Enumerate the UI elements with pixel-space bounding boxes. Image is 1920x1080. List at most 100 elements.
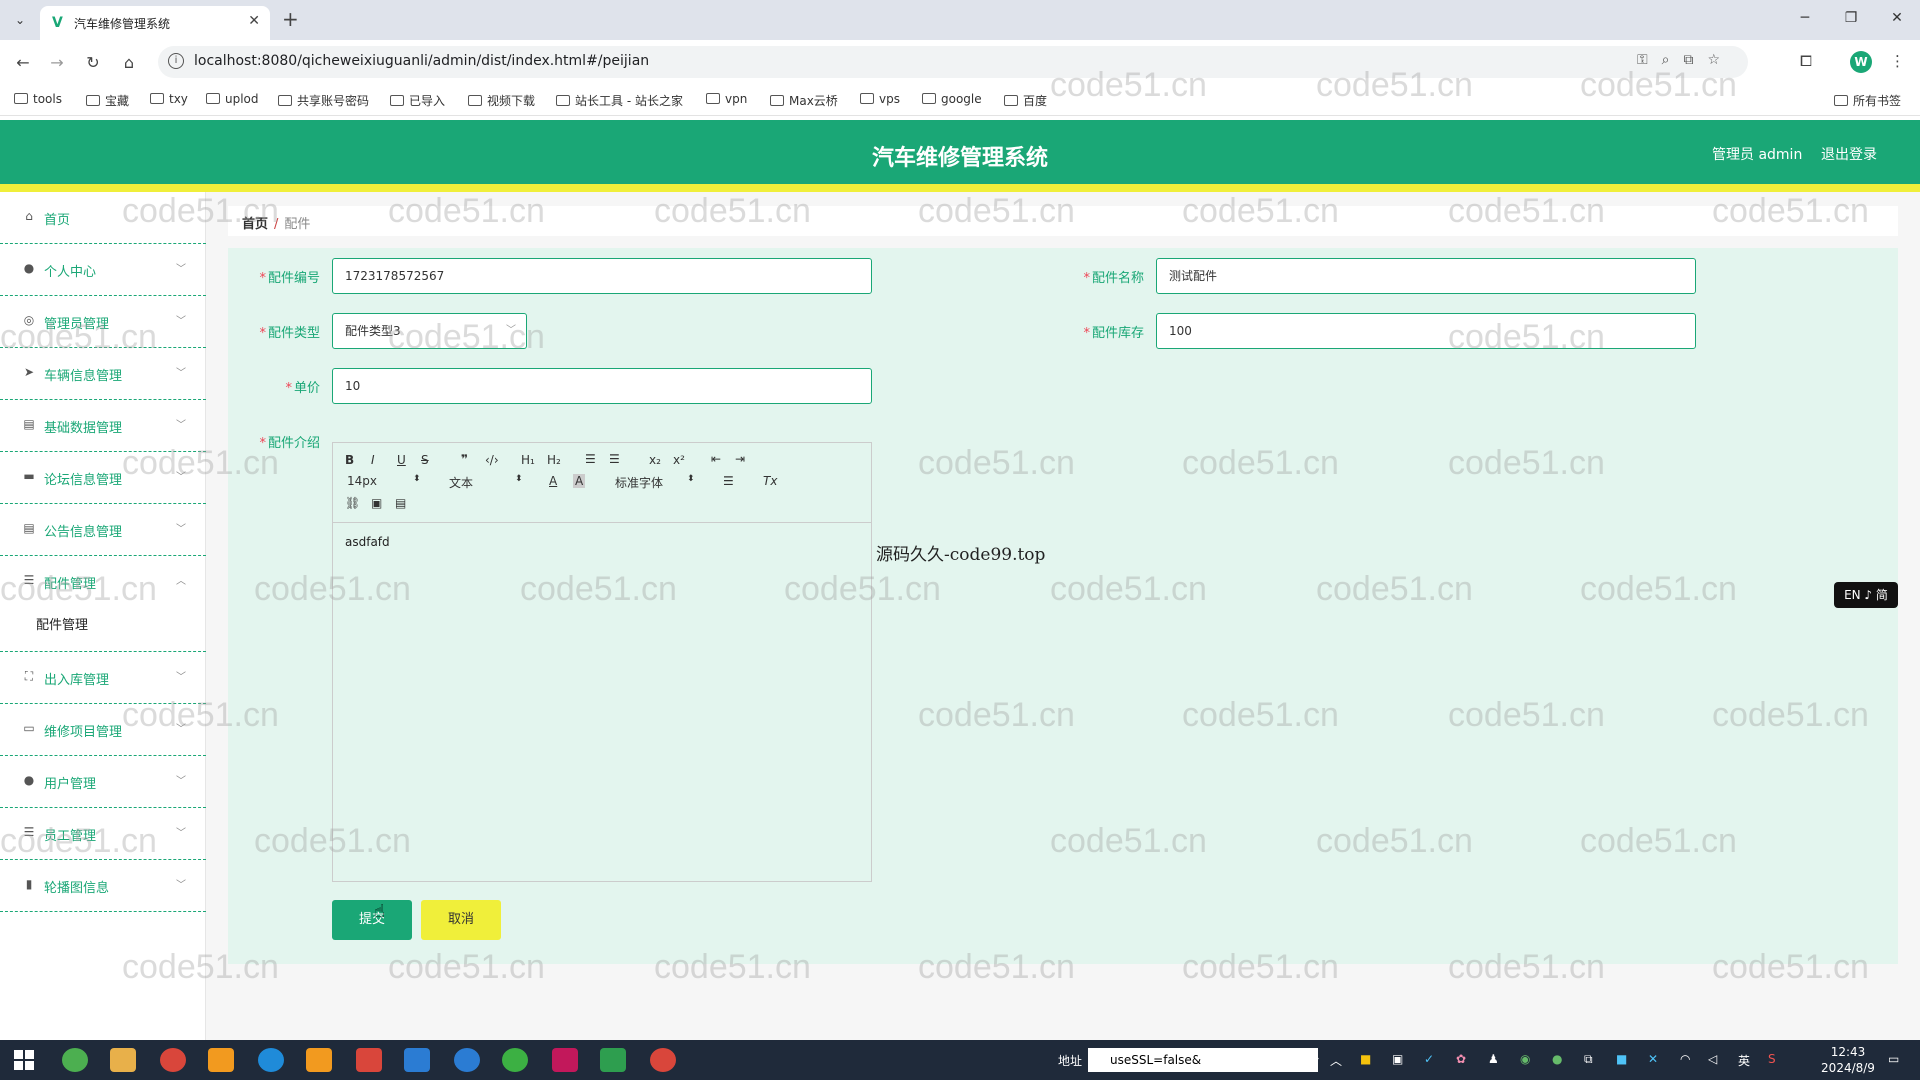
profile-avatar[interactable]: W (1850, 51, 1872, 73)
bullet-list-icon[interactable]: ☰ (609, 452, 620, 466)
windows-start-icon[interactable] (14, 1050, 34, 1070)
bold-icon[interactable]: B (345, 453, 354, 467)
tab-search-icon[interactable]: ⌄ (8, 8, 32, 32)
italic-icon[interactable]: I (371, 453, 375, 467)
blockquote-icon[interactable]: ❞ (461, 452, 468, 466)
sidebar-item-inventory[interactable]: ⛶ 出入库管理 ﹀ (0, 652, 206, 704)
sidebar-item-repairs[interactable]: ▭ 维修项目管理 ﹀ (0, 704, 206, 756)
tray-app-icon[interactable]: ✓ (1424, 1052, 1434, 1066)
ordered-list-icon[interactable]: ☰ (585, 452, 596, 466)
video-icon[interactable]: ▤ (395, 496, 406, 510)
intellij-icon[interactable] (552, 1048, 578, 1072)
breadcrumb-home[interactable]: 首页 (242, 217, 268, 232)
header-select[interactable]: 文本 (449, 474, 473, 491)
bookmark-item[interactable]: vps (860, 92, 900, 106)
app-icon[interactable] (62, 1048, 88, 1072)
tray-app-icon[interactable]: S (1768, 1052, 1776, 1066)
home-button-icon[interactable]: ⌂ (118, 52, 140, 74)
volume-icon[interactable]: ◁ (1708, 1052, 1717, 1066)
clear-format-icon[interactable]: Tx (763, 474, 777, 488)
bookmark-item[interactable]: 视频下载 (468, 92, 535, 109)
wifi-icon[interactable]: ◠ (1680, 1052, 1690, 1066)
edge-icon[interactable] (258, 1048, 284, 1072)
hbuilder-icon[interactable] (600, 1048, 626, 1072)
stock-input[interactable]: 100 (1156, 313, 1696, 349)
minimize-icon[interactable]: ─ (1790, 10, 1820, 26)
sidebar-item-basic-data[interactable]: ▤ 基础数据管理 ﹀ (0, 400, 206, 452)
sidebar-item-admins[interactable]: ◎ 管理员管理 ﹀ (0, 296, 206, 348)
all-bookmarks[interactable]: 所有书签 (1834, 92, 1901, 109)
indent-icon[interactable]: ⇥ (735, 452, 745, 466)
go-arrow-icon[interactable]: → (1310, 1052, 1319, 1065)
tray-expand-icon[interactable]: ︿ (1330, 1052, 1342, 1069)
tray-app-icon[interactable]: ■ (1616, 1052, 1627, 1066)
omnibox-actions-icon[interactable]: ⚿⌕⧉☆ (1637, 52, 1734, 68)
taskbar-address-input[interactable]: useSSL=false& (1088, 1048, 1318, 1072)
site-info-icon[interactable]: i (168, 53, 184, 69)
align-icon[interactable]: ☰ (723, 474, 734, 488)
font-size-select[interactable]: 14px (347, 474, 377, 488)
code-icon[interactable]: ‹/› (485, 453, 499, 467)
back-icon[interactable]: ← (12, 52, 34, 74)
h1-icon[interactable]: H₁ (521, 453, 535, 467)
tray-wechat-icon[interactable]: ● (1552, 1052, 1562, 1066)
tray-app-icon[interactable]: ▣ (1392, 1052, 1403, 1066)
sidebar-item-notices[interactable]: ▤ 公告信息管理 ﹀ (0, 504, 206, 556)
bookmark-item[interactable]: 共享账号密码 (278, 92, 369, 109)
chrome-icon[interactable] (160, 1048, 186, 1072)
menu-dots-icon[interactable]: ⋮ (1890, 52, 1905, 70)
sidebar-item-users[interactable]: ● 用户管理 ﹀ (0, 756, 206, 808)
sidebar-item-forum[interactable]: ▬ 论坛信息管理 ﹀ (0, 452, 206, 504)
new-tab-icon[interactable]: + (282, 8, 299, 30)
price-input[interactable]: 10 (332, 368, 872, 404)
wps-icon[interactable] (356, 1048, 382, 1072)
part-type-select[interactable]: 配件类型3 ﹀ (332, 313, 527, 349)
sidebar-item-home[interactable]: ⌂ 首页 (0, 192, 206, 244)
part-name-input[interactable]: 测试配件 (1156, 258, 1696, 294)
ime-indicator[interactable]: 英 (1738, 1052, 1750, 1069)
chrome-icon[interactable] (650, 1048, 676, 1072)
bookmark-item[interactable]: 已导入 (390, 92, 445, 109)
notification-icon[interactable]: ▭ (1888, 1052, 1899, 1066)
subscript-icon[interactable]: x₂ (649, 453, 661, 467)
address-bar[interactable]: i localhost:8080/qicheweixiuguanli/admin… (158, 46, 1748, 78)
tray-app-icon[interactable]: ⧉ (1584, 1052, 1593, 1067)
bookmark-item[interactable]: vpn (706, 92, 747, 106)
file-explorer-icon[interactable] (110, 1048, 136, 1072)
submenu-parts[interactable]: 配件管理 (0, 604, 206, 640)
sidebar-item-staff[interactable]: ☰ 员工管理 ﹀ (0, 808, 206, 860)
clock[interactable]: 12:43 2024/8/9 (1808, 1044, 1888, 1076)
underline-icon[interactable]: U (397, 453, 406, 467)
app-icon[interactable] (306, 1048, 332, 1072)
bookmark-item[interactable]: google (922, 92, 982, 106)
tray-app-icon[interactable]: ✕ (1648, 1052, 1658, 1066)
background-color-icon[interactable]: A (573, 474, 586, 488)
forward-icon[interactable]: → (46, 52, 68, 74)
reload-icon[interactable]: ↻ (82, 52, 104, 74)
link-icon[interactable]: ⛓ (345, 496, 360, 510)
tray-app-icon[interactable]: ♟ (1488, 1052, 1499, 1066)
bookmark-item[interactable]: 站长工具 - 站长之家 (556, 92, 683, 109)
close-window-icon[interactable]: ✕ (1882, 10, 1912, 26)
sidebar-item-profile[interactable]: ● 个人中心 ﹀ (0, 244, 206, 296)
editor-content[interactable]: asdfafd (333, 523, 871, 561)
bookmark-item[interactable]: 宝藏 (86, 92, 129, 109)
font-color-icon[interactable]: A (549, 474, 557, 488)
sidebar-item-carousel[interactable]: ▮ 轮播图信息 ﹀ (0, 860, 206, 912)
tray-app-icon[interactable]: ■ (1360, 1052, 1371, 1066)
bookmark-item[interactable]: 百度 (1004, 92, 1047, 109)
bookmark-item[interactable]: txy (150, 92, 188, 106)
word-icon[interactable] (404, 1048, 430, 1072)
restore-icon[interactable]: ❐ (1836, 10, 1866, 26)
tray-app-icon[interactable]: ◉ (1520, 1052, 1530, 1066)
browser-tab[interactable]: V 汽车维修管理系统 ✕ (40, 6, 270, 40)
bookmark-item[interactable]: uplod (206, 92, 259, 106)
app-icon[interactable] (454, 1048, 480, 1072)
strike-icon[interactable]: S (421, 453, 429, 467)
bookmark-item[interactable]: Max云桥 (770, 92, 838, 109)
wechat-icon[interactable] (502, 1048, 528, 1072)
cancel-button[interactable]: 取消 (421, 900, 501, 940)
bookmark-item[interactable]: tools (14, 92, 62, 106)
language-toggle[interactable]: EN ♪ 简 (1834, 582, 1898, 608)
image-icon[interactable]: ▣ (371, 496, 382, 510)
